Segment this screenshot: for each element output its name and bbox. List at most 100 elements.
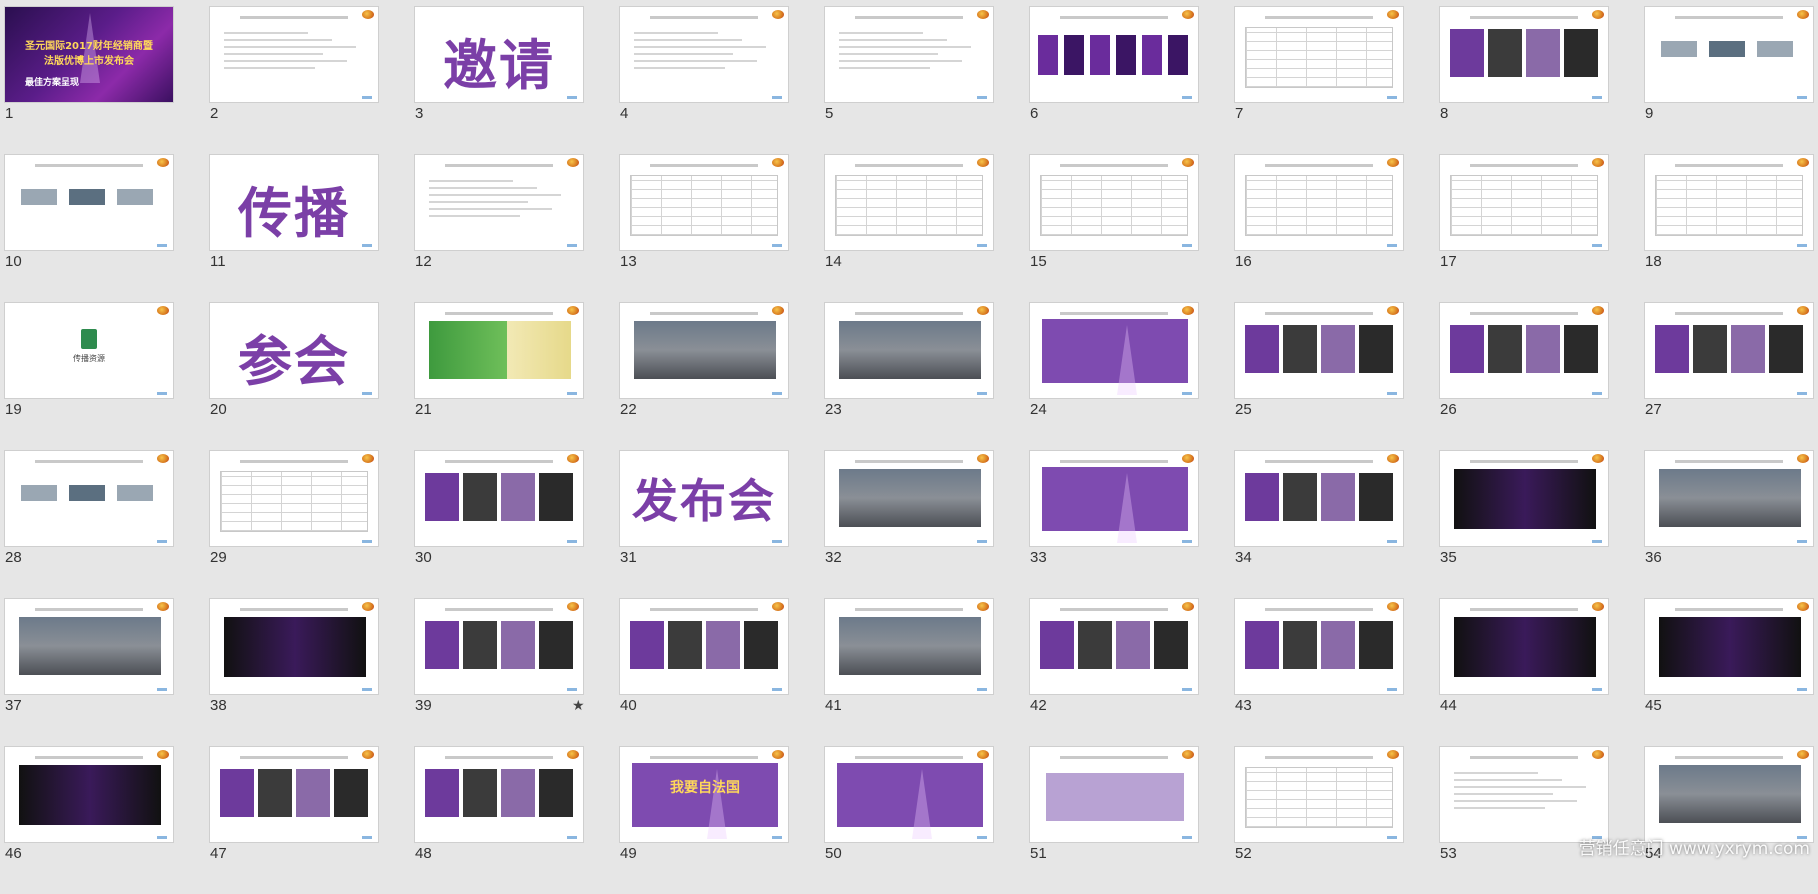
slide-thumbnail[interactable] bbox=[209, 746, 379, 843]
slide-thumbnail[interactable] bbox=[209, 6, 379, 103]
slide-thumbnail-cell[interactable]: 18 bbox=[1644, 154, 1818, 302]
slide-thumbnail[interactable] bbox=[1644, 302, 1814, 399]
slide-thumbnail[interactable] bbox=[824, 6, 994, 103]
slide-thumbnail[interactable]: 参会 bbox=[209, 302, 379, 399]
slide-thumbnail-cell[interactable]: 7 bbox=[1234, 6, 1438, 154]
slide-thumbnail[interactable] bbox=[1029, 302, 1199, 399]
slide-thumbnail[interactable] bbox=[209, 450, 379, 547]
slide-thumbnail[interactable] bbox=[414, 450, 584, 547]
slide-thumbnail-cell[interactable]: 30 bbox=[414, 450, 618, 598]
slide-thumbnail-cell[interactable]: 10 bbox=[4, 154, 208, 302]
slide-thumbnail-cell[interactable]: 32 bbox=[824, 450, 1028, 598]
slide-thumbnail-cell[interactable]: 26 bbox=[1439, 302, 1643, 450]
slide-thumbnail-cell[interactable]: 51 bbox=[1029, 746, 1233, 894]
slide-thumbnail-cell[interactable]: 48 bbox=[414, 746, 618, 894]
slide-thumbnail[interactable] bbox=[1644, 746, 1814, 843]
slide-thumbnail[interactable] bbox=[1644, 6, 1814, 103]
slide-thumbnail-cell[interactable]: 28 bbox=[4, 450, 208, 598]
slide-thumbnail[interactable] bbox=[414, 746, 584, 843]
slide-thumbnail-cell[interactable]: 45 bbox=[1644, 598, 1818, 746]
slide-thumbnail[interactable] bbox=[1439, 302, 1609, 399]
slide-thumbnail[interactable] bbox=[1439, 598, 1609, 695]
slide-thumbnail[interactable] bbox=[414, 154, 584, 251]
slide-thumbnail-cell[interactable]: 54 bbox=[1644, 746, 1818, 894]
slide-thumbnail[interactable] bbox=[1234, 302, 1404, 399]
slide-thumbnail[interactable] bbox=[824, 154, 994, 251]
slide-thumbnail[interactable] bbox=[1234, 450, 1404, 547]
slide-thumbnail-cell[interactable]: 24 bbox=[1029, 302, 1233, 450]
slide-thumbnail-cell[interactable]: 4 bbox=[619, 6, 823, 154]
slide-thumbnail-cell[interactable]: 22 bbox=[619, 302, 823, 450]
slide-thumbnail-cell[interactable]: 12 bbox=[414, 154, 618, 302]
slide-thumbnail[interactable] bbox=[619, 154, 789, 251]
slide-thumbnail-cell[interactable]: 23 bbox=[824, 302, 1028, 450]
slide-thumbnail[interactable] bbox=[414, 302, 584, 399]
slide-thumbnail-cell[interactable]: 37 bbox=[4, 598, 208, 746]
slide-thumbnail-cell[interactable]: 34 bbox=[1234, 450, 1438, 598]
slide-thumbnail-cell[interactable]: 42 bbox=[1029, 598, 1233, 746]
slide-thumbnail-cell[interactable]: 35 bbox=[1439, 450, 1643, 598]
slide-thumbnail[interactable] bbox=[619, 6, 789, 103]
slide-thumbnail[interactable] bbox=[1234, 154, 1404, 251]
slide-thumbnail[interactable] bbox=[1234, 598, 1404, 695]
slide-thumbnail-cell[interactable]: 43 bbox=[1234, 598, 1438, 746]
slide-thumbnail[interactable] bbox=[4, 154, 174, 251]
slide-thumbnail-cell[interactable]: 圣元国际2017财年经销商暨法版优博上市发布会 最佳方案呈现 1 bbox=[4, 6, 208, 154]
slide-thumbnail-cell[interactable]: 41 bbox=[824, 598, 1028, 746]
slide-thumbnail[interactable] bbox=[414, 598, 584, 695]
slide-thumbnail-cell[interactable]: 传播资源 19 bbox=[4, 302, 208, 450]
slide-thumbnail-cell[interactable]: 6 bbox=[1029, 6, 1233, 154]
slide-thumbnail[interactable] bbox=[824, 598, 994, 695]
slide-thumbnail-cell[interactable]: 14 bbox=[824, 154, 1028, 302]
slide-thumbnail-cell[interactable]: 邀请 3 bbox=[414, 6, 618, 154]
slide-thumbnail-cell[interactable]: 39 ★ bbox=[414, 598, 618, 746]
slide-thumbnail-cell[interactable]: 27 bbox=[1644, 302, 1818, 450]
slide-thumbnail[interactable] bbox=[209, 598, 379, 695]
slide-thumbnail-cell[interactable]: 38 bbox=[209, 598, 413, 746]
slide-thumbnail-cell[interactable]: 40 bbox=[619, 598, 823, 746]
slide-thumbnail-cell[interactable]: 13 bbox=[619, 154, 823, 302]
slide-thumbnail[interactable] bbox=[1029, 598, 1199, 695]
slide-thumbnail-cell[interactable]: 17 bbox=[1439, 154, 1643, 302]
slide-thumbnail-cell[interactable]: 发布会 31 bbox=[619, 450, 823, 598]
slide-thumbnail[interactable] bbox=[1439, 154, 1609, 251]
slide-thumbnail[interactable] bbox=[619, 302, 789, 399]
slide-thumbnail[interactable]: 传播资源 bbox=[4, 302, 174, 399]
slide-thumbnail-cell[interactable]: 15 bbox=[1029, 154, 1233, 302]
slide-thumbnail-cell[interactable]: 传播 11 bbox=[209, 154, 413, 302]
slide-thumbnail[interactable] bbox=[619, 598, 789, 695]
slide-thumbnail[interactable] bbox=[1644, 154, 1814, 251]
slide-thumbnail[interactable] bbox=[1644, 450, 1814, 547]
slide-thumbnail[interactable] bbox=[4, 746, 174, 843]
slide-thumbnail-cell[interactable]: 53 bbox=[1439, 746, 1643, 894]
slide-thumbnail[interactable]: 发布会 bbox=[619, 450, 789, 547]
slide-thumbnail[interactable] bbox=[824, 746, 994, 843]
slide-thumbnail[interactable]: 圣元国际2017财年经销商暨法版优博上市发布会 最佳方案呈现 bbox=[4, 6, 174, 103]
slide-thumbnail-cell[interactable]: 33 bbox=[1029, 450, 1233, 598]
slide-thumbnail[interactable] bbox=[1439, 6, 1609, 103]
slide-thumbnail-cell[interactable]: 8 bbox=[1439, 6, 1643, 154]
slide-thumbnail-cell[interactable]: 2 bbox=[209, 6, 413, 154]
slide-thumbnail-cell[interactable]: 46 bbox=[4, 746, 208, 894]
slide-thumbnail-cell[interactable]: 52 bbox=[1234, 746, 1438, 894]
slide-thumbnail[interactable] bbox=[1029, 154, 1199, 251]
slide-thumbnail[interactable]: 邀请 bbox=[414, 6, 584, 103]
slide-thumbnail[interactable] bbox=[824, 450, 994, 547]
slide-thumbnail[interactable]: 传播 bbox=[209, 154, 379, 251]
slide-thumbnail[interactable] bbox=[1644, 598, 1814, 695]
slide-thumbnail[interactable] bbox=[1029, 6, 1199, 103]
slide-thumbnail[interactable] bbox=[4, 450, 174, 547]
slide-thumbnail-cell[interactable]: 5 bbox=[824, 6, 1028, 154]
slide-thumbnail[interactable] bbox=[4, 598, 174, 695]
slide-thumbnail[interactable]: 我要自法国 bbox=[619, 746, 789, 843]
slide-thumbnail-cell[interactable]: 36 bbox=[1644, 450, 1818, 598]
slide-thumbnail-cell[interactable]: 21 bbox=[414, 302, 618, 450]
slide-thumbnail-cell[interactable]: 16 bbox=[1234, 154, 1438, 302]
slide-thumbnail[interactable] bbox=[1234, 6, 1404, 103]
slide-thumbnail[interactable] bbox=[1234, 746, 1404, 843]
slide-thumbnail-cell[interactable]: 50 bbox=[824, 746, 1028, 894]
slide-thumbnail-cell[interactable]: 25 bbox=[1234, 302, 1438, 450]
slide-thumbnail[interactable] bbox=[824, 302, 994, 399]
slide-thumbnail[interactable] bbox=[1439, 746, 1609, 843]
slide-thumbnail-cell[interactable]: 我要自法国 49 bbox=[619, 746, 823, 894]
